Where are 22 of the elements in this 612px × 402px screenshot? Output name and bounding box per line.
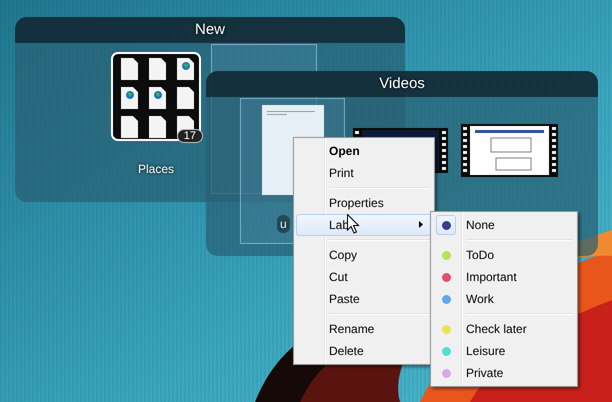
cursor-icon bbox=[347, 214, 360, 234]
menu-item[interactable]: Copy bbox=[296, 244, 432, 266]
menu-item[interactable]: Private bbox=[433, 362, 575, 384]
item-label[interactable]: Places bbox=[134, 160, 178, 178]
menu-item[interactable]: Properties bbox=[296, 192, 432, 214]
menu-item[interactable]: ToDo bbox=[433, 244, 575, 266]
menu-item[interactable]: Delete bbox=[296, 340, 432, 362]
file-stack-icon[interactable] bbox=[111, 52, 201, 141]
submenu-arrow-icon bbox=[419, 221, 423, 228]
menu-item[interactable]: None bbox=[433, 214, 575, 236]
menu-item[interactable]: Work bbox=[433, 288, 575, 310]
menu-item[interactable]: Print bbox=[296, 162, 432, 184]
group-title: Videos bbox=[206, 71, 598, 97]
menu-item[interactable]: Paste bbox=[296, 288, 432, 310]
group-title: New bbox=[15, 17, 405, 43]
count-badge: 17 bbox=[176, 129, 203, 143]
menu-item[interactable]: Rename bbox=[296, 318, 432, 340]
menu-item[interactable]: Cut bbox=[296, 266, 432, 288]
menu-item[interactable]: Check later bbox=[433, 318, 575, 340]
menu-item[interactable]: Leisure bbox=[433, 340, 575, 362]
menu-item[interactable]: Open bbox=[296, 140, 432, 162]
menu-item[interactable]: Important bbox=[433, 266, 575, 288]
